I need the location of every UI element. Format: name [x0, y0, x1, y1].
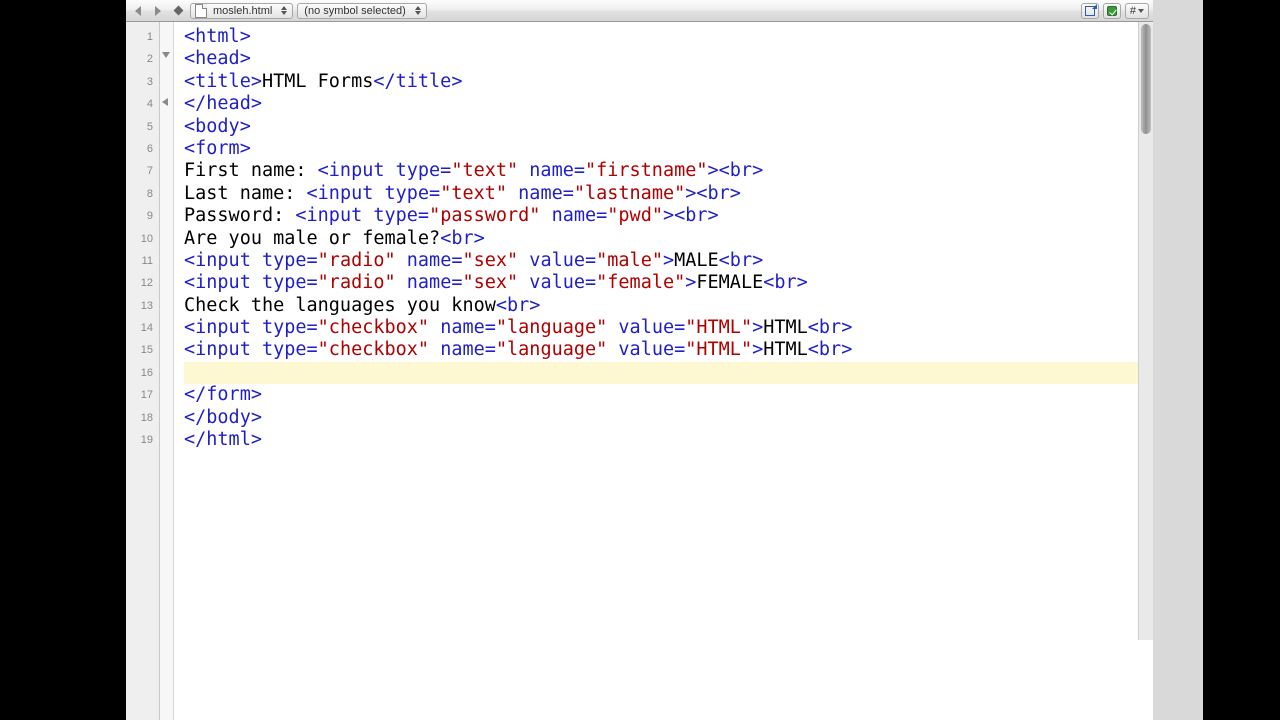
code-line[interactable]: <input type="radio" name="sex" value="fe…: [184, 272, 1153, 294]
symbol-dropdown[interactable]: (no symbol selected): [297, 3, 427, 19]
line-number[interactable]: 2: [126, 48, 159, 70]
code-line[interactable]: <input type="checkbox" name="language" v…: [184, 339, 1153, 361]
line-number-gutter[interactable]: 12345678910111213141516171819: [126, 22, 160, 720]
checkmark-icon: [1107, 6, 1117, 16]
line-number[interactable]: 17: [126, 384, 159, 406]
nav-forward-button[interactable]: [150, 3, 166, 19]
open-in-browser-button[interactable]: [1081, 3, 1099, 19]
hash-label: #: [1130, 5, 1136, 17]
nav-back-button[interactable]: [130, 3, 146, 19]
fold-toggle-icon[interactable]: [162, 52, 170, 58]
file-icon: [195, 4, 207, 18]
line-number[interactable]: 11: [126, 250, 159, 272]
line-number[interactable]: 14: [126, 317, 159, 339]
fold-column[interactable]: [160, 22, 174, 720]
line-number[interactable]: 15: [126, 339, 159, 361]
line-number[interactable]: 18: [126, 407, 159, 429]
editor-area: 12345678910111213141516171819 <html><hea…: [126, 22, 1153, 720]
code-line[interactable]: Last name: <input type="text" name="last…: [184, 183, 1153, 205]
line-number[interactable]: 3: [126, 71, 159, 93]
line-number[interactable]: 9: [126, 205, 159, 227]
symbol-label: (no symbol selected): [302, 5, 410, 17]
code-line[interactable]: Check the languages you know<br>: [184, 295, 1153, 317]
code-text-area[interactable]: <html><head><title>HTML Forms</title></h…: [174, 22, 1153, 720]
validate-button[interactable]: [1103, 3, 1121, 19]
editor-window: mosleh.html (no symbol selected) # 12345…: [126, 0, 1154, 720]
scrollbar-thumb[interactable]: [1141, 24, 1151, 134]
external-link-icon: [1085, 6, 1095, 16]
line-number[interactable]: 13: [126, 295, 159, 317]
code-line[interactable]: </head>: [184, 93, 1153, 115]
chevron-down-icon: [1138, 9, 1144, 13]
file-name-label: mosleh.html: [211, 5, 276, 17]
line-number[interactable]: 6: [126, 138, 159, 160]
window-edge: [1153, 0, 1203, 720]
vertical-scrollbar[interactable]: [1138, 22, 1153, 640]
symbol-stepper-icon: [414, 6, 422, 15]
code-line[interactable]: First name: <input type="text" name="fir…: [184, 160, 1153, 182]
code-line[interactable]: <form>: [184, 138, 1153, 160]
line-number[interactable]: 16: [126, 362, 159, 384]
code-line[interactable]: <head>: [184, 48, 1153, 70]
line-number[interactable]: 1: [126, 26, 159, 48]
code-line[interactable]: Are you male or female?<br>: [184, 228, 1153, 250]
code-line[interactable]: <body>: [184, 116, 1153, 138]
code-line[interactable]: </html>: [184, 429, 1153, 451]
line-number[interactable]: 10: [126, 228, 159, 250]
line-number[interactable]: 5: [126, 116, 159, 138]
line-number[interactable]: 4: [126, 93, 159, 115]
line-number[interactable]: 8: [126, 183, 159, 205]
line-number[interactable]: 12: [126, 272, 159, 294]
code-line[interactable]: Password: <input type="password" name="p…: [184, 205, 1153, 227]
line-number[interactable]: 19: [126, 429, 159, 451]
code-line[interactable]: </body>: [184, 407, 1153, 429]
code-line[interactable]: <input type="radio" name="sex" value="ma…: [184, 250, 1153, 272]
navigation-bar: mosleh.html (no symbol selected) #: [126, 0, 1153, 22]
fold-end-icon: [162, 98, 168, 106]
file-path-dropdown[interactable]: mosleh.html: [190, 3, 293, 19]
code-line[interactable]: <title>HTML Forms</title>: [184, 71, 1153, 93]
code-line[interactable]: </form>: [184, 384, 1153, 406]
recent-files-button[interactable]: [170, 3, 186, 19]
code-line[interactable]: <html>: [184, 26, 1153, 48]
file-stepper-icon: [280, 6, 288, 15]
code-line[interactable]: [184, 362, 1153, 384]
code-line[interactable]: <input type="checkbox" name="language" v…: [184, 317, 1153, 339]
counterpart-dropdown[interactable]: #: [1125, 3, 1149, 19]
line-number[interactable]: 7: [126, 160, 159, 182]
